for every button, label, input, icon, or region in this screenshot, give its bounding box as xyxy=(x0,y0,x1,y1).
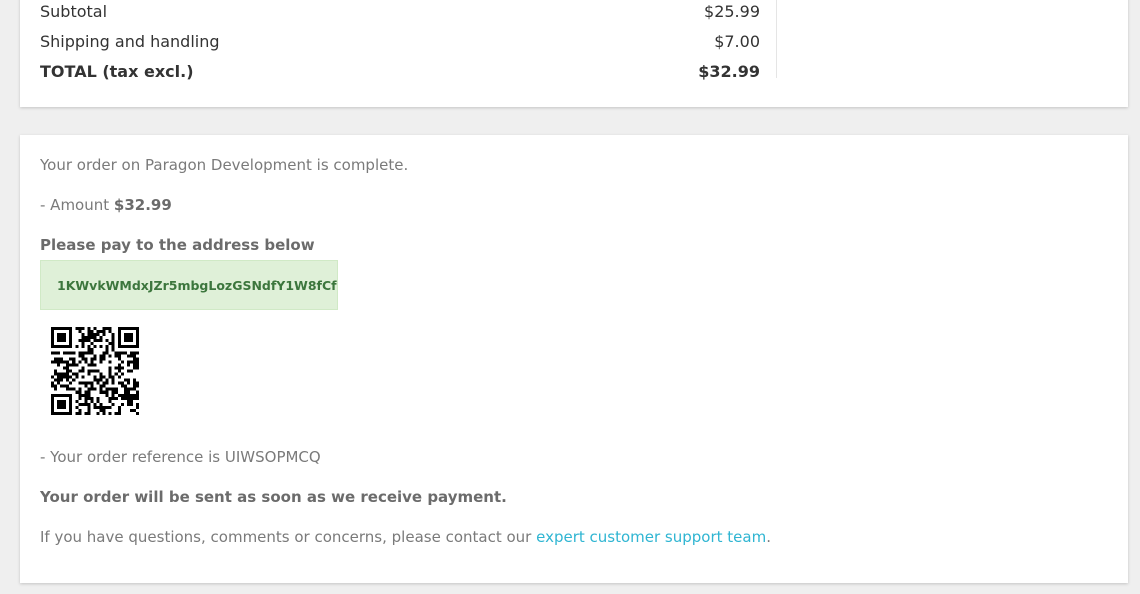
shipping-label: Shipping and handling xyxy=(40,32,220,51)
contact-suffix: . xyxy=(766,528,771,546)
contact-prefix: If you have questions, comments or conce… xyxy=(40,528,537,546)
total-row: TOTAL (tax excl.) $32.99 xyxy=(40,59,760,89)
subtotal-label: Subtotal xyxy=(40,2,108,21)
pay-heading: Please pay to the address below xyxy=(40,236,315,254)
bitcoin-address[interactable]: 1KWvkWMdxJZr5mbgLozGSNdfY1W8fCfLHR xyxy=(40,260,338,310)
qr-code-icon xyxy=(51,327,139,415)
contact-line: If you have questions, comments or conce… xyxy=(40,527,771,547)
shipping-note: Your order will be sent as soon as we re… xyxy=(40,488,507,506)
order-complete-message: Your order on Paragon Development is com… xyxy=(40,156,409,174)
order-totals-card: Subtotal $25.99 Shipping and handling $7… xyxy=(20,0,1128,107)
order-reference: - Your order reference is UIWSOPMCQ xyxy=(40,448,321,466)
total-value: $32.99 xyxy=(698,62,760,81)
support-team-link[interactable]: expert customer support team xyxy=(536,528,766,546)
order-confirmation-card: Your order on Paragon Development is com… xyxy=(20,135,1128,583)
shipping-value: $7.00 xyxy=(714,32,760,51)
subtotal-value: $25.99 xyxy=(704,2,760,21)
totals-table: Subtotal $25.99 Shipping and handling $7… xyxy=(40,0,777,81)
subtotal-row: Subtotal $25.99 xyxy=(40,0,760,29)
amount-prefix: - Amount xyxy=(40,196,114,214)
total-label: TOTAL (tax excl.) xyxy=(40,62,194,81)
amount-value: $32.99 xyxy=(113,196,172,214)
shipping-row: Shipping and handling $7.00 xyxy=(40,29,760,59)
amount-line: - Amount $32.99 xyxy=(40,195,172,215)
